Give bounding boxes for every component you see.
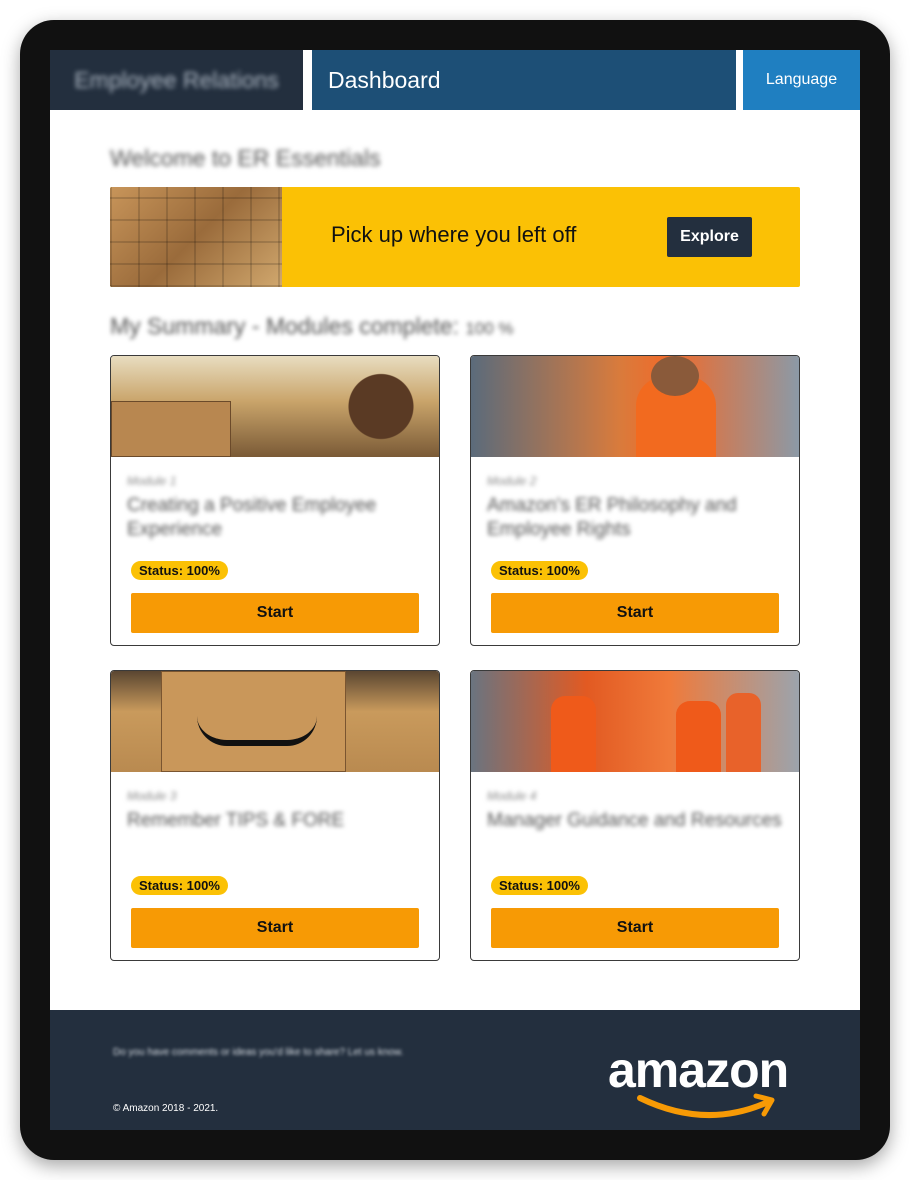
module-text: Module 2 Amazon's ER Philosophy and Empl…	[487, 474, 787, 542]
summary-label: My Summary - Modules complete:	[110, 313, 459, 339]
module-image	[471, 356, 799, 457]
tab-dashboard[interactable]: Dashboard	[312, 50, 736, 110]
module-number: Module 3	[127, 789, 177, 803]
smile-arrow-icon	[637, 1093, 775, 1118]
app-screen: Employee Relations Dashboard Language We…	[50, 50, 860, 1130]
module-number: Module 2	[487, 474, 537, 488]
module-title: Manager Guidance and Resources	[487, 810, 782, 831]
status-badge: Status: 100%	[491, 561, 588, 580]
start-button[interactable]: Start	[491, 593, 779, 633]
page-title: Welcome to ER Essentials	[110, 145, 381, 171]
module-image	[111, 671, 439, 772]
brand-label: Employee Relations	[74, 66, 279, 93]
start-button[interactable]: Start	[491, 908, 779, 948]
banner-text: Pick up where you left off	[331, 222, 577, 247]
feedback-text[interactable]: Do you have comments or ideas you'd like…	[113, 1045, 443, 1061]
module-title: Amazon's ER Philosophy and Employee Righ…	[487, 495, 737, 540]
module-card: Module 4 Manager Guidance and Resources …	[470, 670, 800, 961]
tab-dashboard-label: Dashboard	[328, 66, 441, 93]
status-badge: Status: 100%	[491, 876, 588, 895]
summary-heading: My Summary - Modules complete: 100 %	[110, 313, 514, 340]
start-button[interactable]: Start	[131, 908, 419, 948]
module-card: Module 3 Remember TIPS & FORE Status: 10…	[110, 670, 440, 961]
language-button[interactable]: Language	[743, 50, 860, 110]
brand-tab[interactable]: Employee Relations	[50, 50, 303, 110]
banner-boxes-image	[110, 187, 282, 287]
amazon-logo: amazon	[608, 1042, 818, 1122]
module-title: Creating a Positive Employee Experience	[127, 495, 377, 540]
module-image	[111, 356, 439, 457]
module-title: Remember TIPS & FORE	[127, 810, 345, 831]
amazon-smile-icon	[197, 716, 317, 746]
explore-button[interactable]: Explore	[667, 217, 752, 257]
footer: Do you have comments or ideas you'd like…	[50, 1010, 860, 1130]
module-card: Module 2 Amazon's ER Philosophy and Empl…	[470, 355, 800, 646]
summary-percent: 100 %	[465, 319, 514, 338]
language-label: Language	[765, 71, 838, 88]
module-number: Module 1	[127, 474, 177, 488]
status-badge: Status: 100%	[131, 876, 228, 895]
resume-banner: Pick up where you left off Explore	[110, 187, 800, 287]
start-button[interactable]: Start	[131, 593, 419, 633]
module-number: Module 4	[487, 789, 537, 803]
module-text: Module 3 Remember TIPS & FORE	[127, 789, 427, 833]
copyright: © Amazon 2018 - 2021.	[113, 1103, 219, 1114]
module-text: Module 4 Manager Guidance and Resources	[487, 789, 787, 833]
top-navigation: Employee Relations Dashboard Language	[50, 50, 860, 110]
status-badge: Status: 100%	[131, 561, 228, 580]
module-image	[471, 671, 799, 772]
module-text: Module 1 Creating a Positive Employee Ex…	[127, 474, 427, 542]
module-card: Module 1 Creating a Positive Employee Ex…	[110, 355, 440, 646]
